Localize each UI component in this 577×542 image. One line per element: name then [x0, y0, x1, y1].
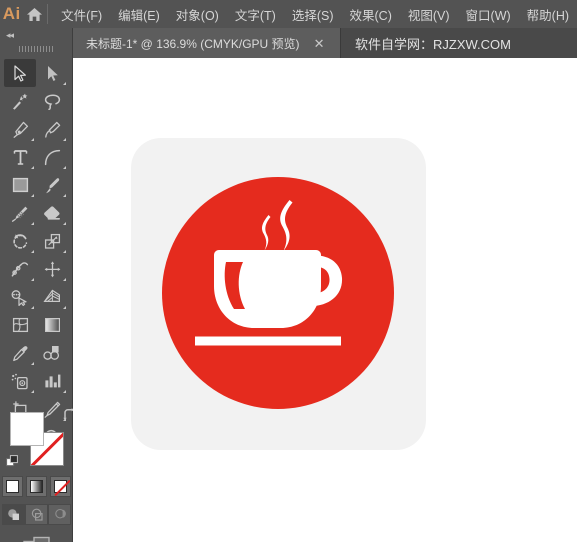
close-icon[interactable]: ✕	[314, 37, 325, 50]
fill-stroke-area	[0, 406, 74, 542]
menu-view[interactable]: 视图(V)	[400, 1, 458, 28]
none-mode-button[interactable]	[50, 476, 71, 497]
rectangle-tool[interactable]	[4, 171, 36, 199]
tool-flyout-indicator	[31, 194, 34, 197]
tool-flyout-indicator	[31, 306, 34, 309]
coffee-cup-icon	[131, 138, 426, 450]
tool-flyout-indicator	[31, 390, 34, 393]
panel-drag-handle[interactable]	[0, 42, 72, 56]
menu-file[interactable]: 文件(F)	[53, 1, 110, 28]
gradient-mode-button[interactable]	[26, 476, 47, 497]
menu-item-list: 文件(F) 编辑(E) 对象(O) 文字(T) 选择(S) 效果(C) 视图(V…	[53, 1, 577, 28]
menu-divider	[46, 4, 48, 24]
paintbrush-tool[interactable]	[36, 171, 68, 199]
width-tool[interactable]	[4, 255, 36, 283]
tool-flyout-indicator	[63, 390, 66, 393]
magic-wand-tool[interactable]	[4, 87, 36, 115]
artboard	[131, 138, 426, 450]
draw-behind-button[interactable]	[25, 504, 48, 525]
tool-flyout-indicator	[63, 250, 66, 253]
menu-select[interactable]: 选择(S)	[284, 1, 342, 28]
scale-tool[interactable]	[36, 227, 68, 255]
tool-grid	[0, 59, 72, 451]
curvature-tool[interactable]	[36, 115, 68, 143]
tool-flyout-indicator	[31, 278, 34, 281]
tools-panel: ◂◂	[0, 28, 74, 542]
illustrator-window: Ai 文件(F) 编辑(E) 对象(O) 文字(T) 选择(S) 效果(C) 视…	[0, 0, 577, 542]
shape-builder-tool[interactable]	[4, 283, 36, 311]
eraser-tool[interactable]	[36, 199, 68, 227]
selection-tool[interactable]	[4, 59, 36, 87]
app-logo: Ai	[2, 4, 21, 23]
default-fill-stroke-icon[interactable]	[5, 455, 19, 468]
type-tool[interactable]	[4, 143, 36, 171]
tool-flyout-indicator	[63, 82, 66, 85]
tool-flyout-indicator	[63, 138, 66, 141]
document-tab-bar: 未标题-1* @ 136.9% (CMYK/GPU 预览) ✕ 软件自学网：RJ…	[73, 28, 577, 58]
menu-object[interactable]: 对象(O)	[168, 1, 227, 28]
draw-normal-button[interactable]	[2, 504, 25, 525]
rotate-tool[interactable]	[4, 227, 36, 255]
mesh-tool[interactable]	[4, 311, 36, 339]
screen-mode-button[interactable]	[0, 536, 73, 542]
document-tab[interactable]: 未标题-1* @ 136.9% (CMYK/GPU 预览) ✕	[73, 28, 341, 58]
column-graph-tool[interactable]	[36, 367, 68, 395]
tool-flyout-indicator	[31, 138, 34, 141]
free-transform-tool[interactable]	[36, 255, 68, 283]
tool-flyout-indicator	[31, 362, 34, 365]
watermark-text: 软件自学网：RJZXW.COM	[355, 36, 511, 52]
draw-mode-row	[0, 504, 73, 525]
menu-effect[interactable]: 效果(C)	[342, 1, 400, 28]
document-canvas[interactable]	[73, 58, 577, 542]
shaper-tool[interactable]	[4, 199, 36, 227]
color-mode-button[interactable]	[2, 476, 23, 497]
menu-bar: Ai 文件(F) 编辑(E) 对象(O) 文字(T) 选择(S) 效果(C) 视…	[0, 0, 577, 28]
collapse-panel-icon[interactable]: ◂◂	[0, 28, 72, 42]
fill-stroke-controls	[5, 408, 74, 467]
tool-flyout-indicator	[63, 194, 66, 197]
menu-help[interactable]: 帮助(H)	[519, 1, 577, 28]
pen-tool[interactable]	[4, 115, 36, 143]
fill-swatch[interactable]	[9, 412, 44, 446]
perspective-grid-tool[interactable]	[36, 283, 68, 311]
gradient-tool[interactable]	[36, 311, 68, 339]
tool-flyout-indicator	[63, 278, 66, 281]
tool-flyout-indicator	[31, 166, 34, 169]
tool-flyout-indicator	[31, 222, 34, 225]
direct-selection-tool[interactable]	[36, 59, 68, 87]
lasso-tool[interactable]	[36, 87, 68, 115]
menu-type[interactable]: 文字(T)	[227, 1, 284, 28]
draw-inside-button[interactable]	[48, 504, 71, 525]
color-mode-row	[0, 476, 73, 497]
tool-flyout-indicator	[31, 250, 34, 253]
tool-flyout-indicator	[63, 166, 66, 169]
document-tab-label: 未标题-1* @ 136.9% (CMYK/GPU 预览)	[86, 36, 300, 51]
line-segment-tool[interactable]	[36, 143, 68, 171]
eyedropper-tool[interactable]	[4, 339, 36, 367]
menu-window[interactable]: 窗口(W)	[458, 1, 519, 28]
blend-tool[interactable]	[36, 339, 68, 367]
symbol-sprayer-tool[interactable]	[4, 367, 36, 395]
tool-flyout-indicator	[63, 222, 66, 225]
tool-flyout-indicator	[63, 306, 66, 309]
home-icon[interactable]	[24, 0, 45, 28]
menu-edit[interactable]: 编辑(E)	[110, 1, 168, 28]
